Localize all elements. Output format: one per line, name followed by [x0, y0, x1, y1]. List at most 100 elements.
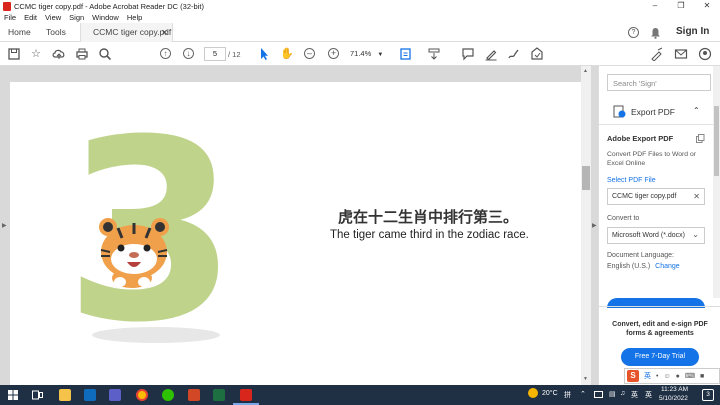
menu-window[interactable]: Window	[92, 13, 119, 22]
menu-file[interactable]: File	[4, 13, 16, 22]
scroll-mode-icon[interactable]	[427, 47, 441, 61]
tray-chevron-icon[interactable]: ⌃	[580, 390, 586, 398]
ime-indicator[interactable]: 英	[645, 390, 652, 400]
tab-home[interactable]: Home	[8, 23, 31, 42]
ime-language-toggle[interactable]: 英	[644, 371, 651, 381]
share-user-icon[interactable]	[698, 47, 712, 61]
selected-file-field[interactable]: CCMC tiger copy.pdf ✕	[607, 188, 705, 205]
fill-sign-icon[interactable]	[650, 47, 664, 61]
ime-floating-toolbar[interactable]: S 英 • ☺ ● ⌨ ■	[624, 368, 720, 384]
outlook-icon[interactable]	[84, 389, 96, 401]
close-tab-icon[interactable]: ✕	[161, 23, 168, 42]
scroll-up-icon[interactable]: ▲	[583, 68, 588, 74]
next-page-icon[interactable]: ↓	[183, 48, 194, 59]
tab-tools[interactable]: Tools	[46, 23, 66, 42]
copy-icon[interactable]	[696, 134, 705, 143]
select-pdf-link[interactable]: Select PDF File	[607, 177, 656, 184]
clock-date[interactable]: 5/10/2022	[659, 395, 688, 402]
powerpoint-icon[interactable]	[188, 389, 200, 401]
notification-count: 3	[706, 391, 710, 398]
excel-icon[interactable]	[213, 389, 225, 401]
convert-to-select[interactable]: Microsoft Word (*.docx) ⌄	[607, 227, 705, 244]
weather-temperature[interactable]: 20°C	[542, 390, 558, 397]
ime-skin-icon[interactable]: ■	[700, 373, 704, 380]
zoom-out-icon[interactable]: –	[304, 48, 315, 59]
adobe-export-description: Convert PDF Files to Word or Excel Onlin…	[607, 151, 697, 167]
change-language-link[interactable]: Change	[655, 263, 680, 270]
input-language[interactable]: 英	[631, 390, 638, 400]
ime-punctuation-icon[interactable]: •	[656, 373, 658, 380]
email-icon[interactable]	[674, 47, 688, 61]
minimize-button[interactable]: –	[642, 0, 668, 12]
divider	[599, 306, 720, 307]
help-icon[interactable]: ?	[628, 27, 639, 38]
title-bar: CCMC tiger copy.pdf - Adobe Acrobat Read…	[0, 0, 720, 12]
windows-start-icon[interactable]	[8, 390, 18, 400]
maximize-button[interactable]: ❐	[668, 0, 694, 12]
ime-keyboard-icon[interactable]: ⌨	[685, 372, 695, 380]
notification-center-icon[interactable]: 3	[702, 389, 714, 401]
acrobat-taskbar-icon[interactable]	[240, 389, 252, 401]
convert-to-value: Microsoft Word (*.docx)	[612, 232, 685, 239]
file-explorer-icon[interactable]	[59, 389, 71, 401]
page-number-input[interactable]: 5	[204, 47, 226, 61]
print-icon[interactable]	[75, 47, 89, 61]
document-language-row: English (U.S.) Change	[607, 263, 680, 270]
draw-signature-icon[interactable]	[507, 47, 521, 61]
menu-sign[interactable]: Sign	[69, 13, 84, 22]
display-tray-icon[interactable]	[594, 391, 603, 398]
free-trial-button[interactable]: Free 7-Day Trial	[621, 348, 699, 366]
stamp-icon[interactable]	[530, 47, 544, 61]
menu-help[interactable]: Help	[127, 13, 142, 22]
ime-emoji-icon[interactable]: ☺	[663, 373, 670, 380]
menu-bar: File Edit View Sign Window Help	[0, 12, 720, 23]
clock-time[interactable]: 11:23 AM	[661, 386, 688, 393]
tools-search-input[interactable]: Search 'Sign'	[607, 74, 711, 91]
panel-scrollbar[interactable]	[713, 66, 720, 298]
highlight-pen-icon[interactable]	[484, 47, 498, 61]
scroll-down-icon[interactable]: ▼	[583, 376, 588, 382]
close-window-button[interactable]: ✕	[694, 0, 720, 12]
sogou-ime-icon[interactable]: S	[627, 370, 639, 382]
fit-page-icon[interactable]	[399, 47, 413, 61]
acrobat-logo-icon	[3, 1, 11, 11]
promo-text: Convert, edit and e-sign PDF forms & agr…	[612, 321, 708, 337]
upload-cloud-icon[interactable]	[52, 47, 66, 61]
save-icon[interactable]	[7, 47, 21, 61]
ime-mic-icon[interactable]: ●	[676, 373, 680, 380]
search-icon[interactable]	[98, 47, 112, 61]
menu-view[interactable]: View	[45, 13, 61, 22]
task-view-icon[interactable]	[32, 390, 43, 400]
zoom-value: 71.4%	[350, 49, 372, 58]
page-total: / 12	[228, 50, 241, 59]
export-pdf-header[interactable]: Export PDF	[631, 107, 675, 117]
zoom-dropdown[interactable]: 71.4% ▼	[350, 49, 386, 61]
hand-tool-icon[interactable]: ✋	[280, 47, 294, 61]
weather-sun-icon	[528, 388, 538, 398]
comment-icon[interactable]	[461, 47, 475, 61]
scrollbar-thumb[interactable]	[582, 166, 590, 190]
left-panel-expand-icon[interactable]: ▶	[2, 222, 7, 229]
chevron-up-icon[interactable]: ⌃	[693, 106, 700, 115]
numeral-shadow	[92, 327, 220, 343]
sign-in-link[interactable]: Sign In	[676, 26, 709, 37]
previous-page-icon[interactable]: ↑	[160, 48, 171, 59]
wechat-icon[interactable]	[162, 389, 174, 401]
teams-icon[interactable]	[109, 389, 121, 401]
notification-bell-icon[interactable]	[650, 27, 661, 39]
remove-file-icon[interactable]: ✕	[693, 192, 700, 201]
chrome-icon[interactable]	[136, 389, 148, 401]
volume-icon[interactable]: ♫	[620, 390, 625, 397]
zoom-in-icon[interactable]: +	[328, 48, 339, 59]
bookmark-star-icon[interactable]: ☆	[29, 47, 43, 61]
select-cursor-icon[interactable]	[257, 47, 271, 61]
panel-scrollbar-thumb[interactable]	[714, 106, 719, 176]
menu-edit[interactable]: Edit	[24, 13, 37, 22]
ime-mode-a[interactable]: 拼	[564, 390, 571, 400]
network-icon[interactable]: ▤	[609, 390, 616, 398]
document-scrollbar[interactable]: ▲ ▼	[581, 66, 591, 385]
tab-document[interactable]: CCMC tiger copy.pdf ✕	[80, 23, 173, 42]
right-panel-collapse-icon[interactable]: ▶	[592, 222, 597, 229]
adobe-export-title: Adobe Export PDF	[607, 134, 674, 143]
tiger-illustration	[99, 218, 169, 288]
